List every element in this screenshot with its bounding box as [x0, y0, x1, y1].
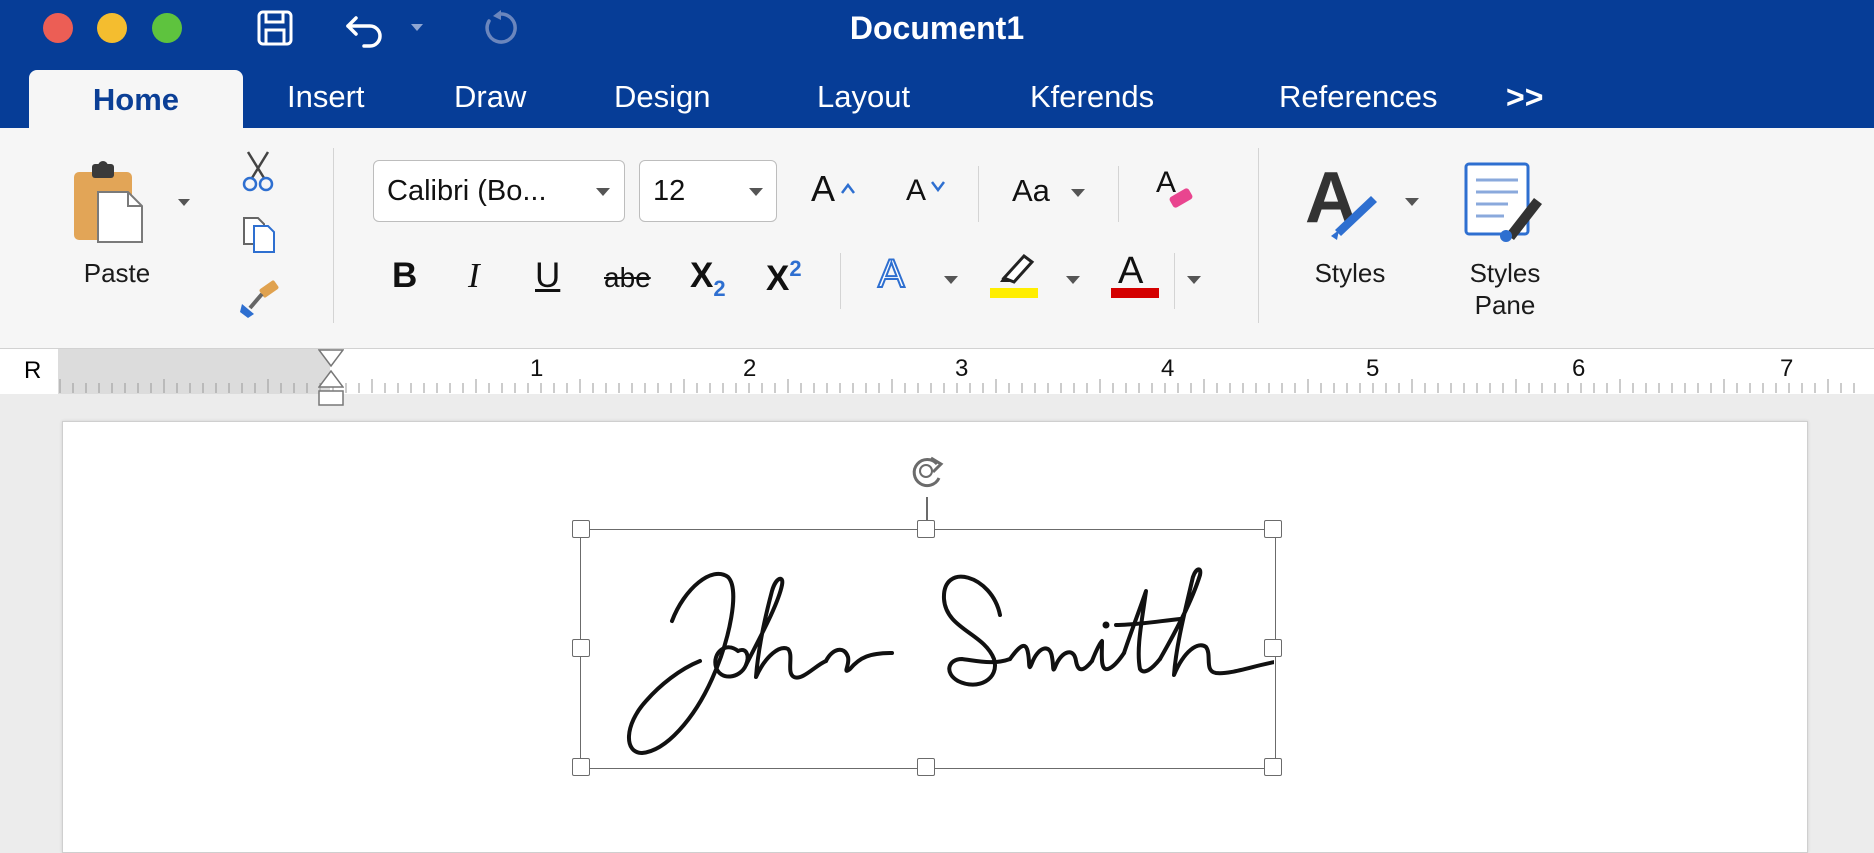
strikethrough-button[interactable]: abe: [604, 262, 651, 294]
resize-handle-bottom-left[interactable]: [572, 758, 590, 776]
font-size-combobox[interactable]: 12: [639, 160, 777, 222]
rotation-handle-stem: [926, 497, 928, 521]
rotate-handle-icon[interactable]: [905, 450, 951, 497]
superscript-base: X: [766, 259, 790, 298]
resize-handle-top-right[interactable]: [1264, 520, 1282, 538]
ribbon-separator: [333, 148, 334, 323]
ribbon-separator: [1118, 166, 1119, 222]
title-bar: Document1 Home Insert Draw Design Layout…: [0, 0, 1874, 128]
document-title: Document1: [849, 10, 1025, 46]
font-name-combobox[interactable]: Calibri (Bo...: [373, 160, 625, 222]
eraser-icon: [1166, 184, 1196, 218]
paste-dropdown-icon[interactable]: [177, 195, 191, 213]
cut-icon[interactable]: [240, 150, 276, 197]
caret-down-icon: [931, 166, 945, 200]
tab-references[interactable]: References: [1279, 79, 1438, 115]
ruler-ticks: [59, 379, 1855, 393]
styles-pane-label-2: Pane: [1474, 290, 1536, 320]
font-size-value: 12: [653, 175, 686, 207]
tab-draw[interactable]: Draw: [454, 79, 526, 115]
clear-formatting-button[interactable]: A: [1156, 166, 1193, 208]
highlight-color-bar: [990, 288, 1038, 298]
styles-pane-label-1: Styles: [1469, 258, 1541, 288]
ribbon-separator: [1174, 253, 1175, 309]
tab-design[interactable]: Design: [614, 79, 711, 115]
ribbon-separator: [840, 253, 841, 309]
chevron-down-icon[interactable]: [1187, 276, 1201, 284]
horizontal-ruler[interactable]: R 1 2 3 4 5 6 7: [0, 349, 1874, 406]
chevron-down-icon[interactable]: [944, 276, 958, 284]
grow-font-button[interactable]: A: [811, 168, 855, 210]
copy-icon[interactable]: [240, 214, 278, 259]
chevron-down-icon[interactable]: [596, 188, 610, 196]
caret-up-icon: [841, 162, 855, 204]
superscript-button[interactable]: X2: [766, 256, 802, 299]
tab-insert[interactable]: Insert: [287, 79, 365, 115]
superscript-mark: 2: [789, 256, 802, 281]
styles-label: Styles: [1314, 258, 1386, 288]
chevron-down-icon[interactable]: [1071, 189, 1085, 197]
indent-marker[interactable]: [317, 349, 345, 412]
font-color-button[interactable]: A: [1118, 250, 1143, 293]
resize-handle-bottom-right[interactable]: [1264, 758, 1282, 776]
ruler-mark-6: 6: [1572, 355, 1586, 382]
image-selection-frame[interactable]: [580, 529, 1276, 769]
paste-label: Paste: [83, 258, 151, 288]
text-effects-button[interactable]: A: [877, 251, 906, 297]
grow-font-glyph: A: [811, 168, 836, 209]
resize-handle-top-center[interactable]: [917, 520, 935, 538]
ribbon: Paste Calibri (Bo... 12 A A Aa A B I U a…: [0, 128, 1874, 349]
ruler-mark-7: 7: [1780, 355, 1794, 382]
format-painter-icon[interactable]: [238, 280, 282, 325]
ribbon-separator: [978, 166, 979, 222]
change-case-button[interactable]: Aa: [1012, 173, 1050, 209]
highlight-icon[interactable]: [990, 252, 1040, 289]
underline-button[interactable]: U: [535, 256, 560, 296]
styles-pane-icon[interactable]: [1464, 162, 1544, 247]
ribbon-separator: [1258, 148, 1259, 323]
ruler-mark-3: 3: [955, 355, 969, 382]
styles-icon[interactable]: A: [1305, 158, 1385, 247]
ruler-mark-4: 4: [1161, 355, 1175, 382]
resize-handle-middle-right[interactable]: [1264, 639, 1282, 657]
ruler-mark-1: 1: [530, 355, 544, 382]
subscript-base: X: [690, 256, 714, 295]
bold-button[interactable]: B: [392, 256, 417, 296]
chevron-down-icon[interactable]: [1405, 198, 1419, 206]
shrink-font-button[interactable]: A: [906, 174, 945, 208]
tab-home[interactable]: Home: [29, 70, 243, 128]
resize-handle-middle-left[interactable]: [572, 639, 590, 657]
chevron-down-icon[interactable]: [1066, 276, 1080, 284]
font-name-value: Calibri (Bo...: [387, 175, 547, 207]
tab-kferends[interactable]: Kferends: [1030, 79, 1154, 115]
subscript-mark: 2: [713, 276, 726, 301]
paste-icon[interactable]: [72, 158, 148, 249]
chevron-down-icon[interactable]: [749, 188, 763, 196]
resize-handle-bottom-center[interactable]: [917, 758, 935, 776]
ruler-mark-5: 5: [1366, 355, 1380, 382]
subscript-button[interactable]: X2: [690, 256, 726, 302]
shrink-font-glyph: A: [906, 174, 927, 207]
tab-overflow-button[interactable]: >>: [1506, 79, 1543, 116]
font-color-bar: [1111, 288, 1159, 298]
tab-layout[interactable]: Layout: [817, 79, 910, 115]
resize-handle-top-left[interactable]: [572, 520, 590, 538]
ruler-mark-2: 2: [743, 355, 757, 382]
italic-button[interactable]: I: [468, 256, 480, 296]
